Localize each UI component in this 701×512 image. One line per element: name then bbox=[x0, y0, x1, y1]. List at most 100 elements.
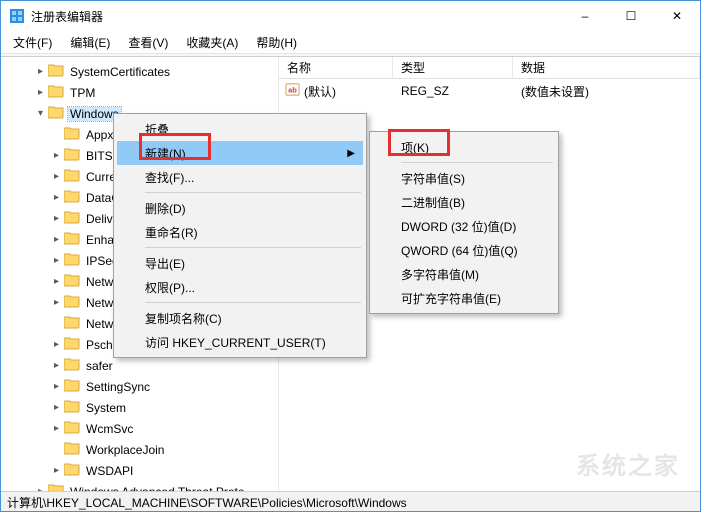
folder-icon bbox=[64, 315, 80, 332]
sub-qword[interactable]: QWORD (64 位)值(Q) bbox=[373, 238, 555, 262]
sub-string[interactable]: 字符串值(S) bbox=[373, 166, 555, 190]
expander-icon[interactable]: ▸ bbox=[49, 403, 64, 413]
expander-icon[interactable]: ▸ bbox=[49, 382, 64, 392]
svg-text:ab: ab bbox=[288, 85, 297, 94]
window-title: 注册表编辑器 bbox=[31, 8, 562, 25]
ctx-new[interactable]: 新建(N)▶ bbox=[117, 141, 363, 165]
ctx-copy-key-name[interactable]: 复制项名称(C) bbox=[117, 306, 363, 330]
titlebar: 注册表编辑器 – ☐ ✕ bbox=[1, 1, 700, 31]
maximize-button[interactable]: ☐ bbox=[608, 1, 654, 31]
folder-icon bbox=[64, 231, 80, 248]
tree-node-label: WcmSvc bbox=[84, 422, 135, 436]
tree-node-label: SystemCertificates bbox=[68, 65, 172, 79]
folder-icon bbox=[64, 252, 80, 269]
ctx-permissions[interactable]: 权限(P)... bbox=[117, 275, 363, 299]
tree-node[interactable]: ▸ WcmSvc bbox=[1, 418, 278, 439]
sub-binary[interactable]: 二进制值(B) bbox=[373, 190, 555, 214]
tree-node-label: BITS bbox=[84, 149, 115, 163]
tree-node-label: System bbox=[84, 401, 128, 415]
separator bbox=[145, 302, 361, 303]
expander-icon[interactable]: ▸ bbox=[49, 424, 64, 434]
menu-edit[interactable]: 编辑(E) bbox=[62, 32, 118, 53]
expander-icon[interactable]: ▸ bbox=[33, 487, 48, 492]
folder-icon bbox=[64, 336, 80, 353]
sub-multi[interactable]: 多字符串值(M) bbox=[373, 262, 555, 286]
folder-icon bbox=[64, 147, 80, 164]
tree-node-label: TPM bbox=[68, 86, 97, 100]
context-menu: 折叠 新建(N)▶ 查找(F)... 删除(D) 重命名(R) 导出(E) 权限… bbox=[113, 113, 367, 358]
ctx-goto-hkcu[interactable]: 访问 HKEY_CURRENT_USER(T) bbox=[117, 330, 363, 354]
tree-node[interactable]: ▸ TPM bbox=[1, 82, 278, 103]
expander-icon[interactable]: ▾ bbox=[33, 109, 48, 119]
ctx-export[interactable]: 导出(E) bbox=[117, 251, 363, 275]
tree-node[interactable]: ▸ safer bbox=[1, 355, 278, 376]
menubar: 文件(F) 编辑(E) 查看(V) 收藏夹(A) 帮助(H) bbox=[1, 31, 700, 53]
expander-icon[interactable]: ▸ bbox=[49, 298, 64, 308]
separator bbox=[401, 162, 553, 163]
list-row[interactable]: ab (默认) REG_SZ (数值未设置) bbox=[279, 81, 700, 101]
folder-icon bbox=[64, 294, 80, 311]
ctx-find[interactable]: 查找(F)... bbox=[117, 165, 363, 189]
string-icon: ab bbox=[285, 82, 300, 100]
list-header[interactable]: 名称 类型 数据 bbox=[279, 57, 700, 79]
tree-node-label: Netw bbox=[84, 296, 115, 310]
ctx-rename[interactable]: 重命名(R) bbox=[117, 220, 363, 244]
folder-icon bbox=[48, 63, 64, 80]
expander-icon[interactable]: ▸ bbox=[49, 340, 64, 350]
arrow-right-icon: ▶ bbox=[347, 148, 355, 159]
tree-node[interactable]: ▸ WSDAPI bbox=[1, 460, 278, 481]
folder-icon bbox=[64, 210, 80, 227]
tree-node-label: SettingSync bbox=[84, 380, 152, 394]
sub-dword[interactable]: DWORD (32 位)值(D) bbox=[373, 214, 555, 238]
tree-node[interactable]: ▸ Windows Advanced Threat Prote bbox=[1, 481, 278, 491]
expander-icon[interactable]: ▸ bbox=[49, 151, 64, 161]
col-type[interactable]: 类型 bbox=[393, 57, 513, 78]
tree-node-label: Appx bbox=[84, 128, 115, 142]
watermark: 系统之家 bbox=[576, 446, 680, 481]
expander-icon[interactable]: ▸ bbox=[49, 235, 64, 245]
separator bbox=[145, 247, 361, 248]
regedit-icon bbox=[9, 8, 25, 24]
expander-icon[interactable]: ▸ bbox=[49, 466, 64, 476]
folder-icon bbox=[48, 105, 64, 122]
value-data: (数值未设置) bbox=[513, 83, 700, 100]
tree-node[interactable]: ▸ SystemCertificates bbox=[1, 61, 278, 82]
menu-view[interactable]: 查看(V) bbox=[120, 32, 176, 53]
expander-icon[interactable]: ▸ bbox=[49, 361, 64, 371]
value-name: (默认) bbox=[304, 83, 336, 100]
expander-icon[interactable]: ▸ bbox=[33, 67, 48, 77]
col-name[interactable]: 名称 bbox=[279, 57, 393, 78]
menu-file[interactable]: 文件(F) bbox=[5, 32, 60, 53]
ctx-collapse[interactable]: 折叠 bbox=[117, 117, 363, 141]
col-data[interactable]: 数据 bbox=[513, 57, 700, 78]
expander-icon[interactable]: ▸ bbox=[49, 172, 64, 182]
sub-expand[interactable]: 可扩充字符串值(E) bbox=[373, 286, 555, 310]
minimize-button[interactable]: – bbox=[562, 1, 608, 31]
tree-node-label: safer bbox=[84, 359, 115, 373]
expander-icon[interactable]: ▸ bbox=[49, 193, 64, 203]
tree-node[interactable]: ▸ SettingSync bbox=[1, 376, 278, 397]
expander-icon[interactable]: ▸ bbox=[49, 256, 64, 266]
folder-icon bbox=[64, 273, 80, 290]
menu-help[interactable]: 帮助(H) bbox=[248, 32, 305, 53]
folder-icon bbox=[64, 441, 80, 458]
close-button[interactable]: ✕ bbox=[654, 1, 700, 31]
statusbar-path: 计算机\HKEY_LOCAL_MACHINE\SOFTWARE\Policies… bbox=[7, 496, 407, 510]
tree-node-label: Netw bbox=[84, 317, 115, 331]
expander-icon[interactable]: ▸ bbox=[49, 214, 64, 224]
menu-favorites[interactable]: 收藏夹(A) bbox=[178, 32, 246, 53]
separator bbox=[145, 192, 361, 193]
folder-icon bbox=[64, 168, 80, 185]
expander-icon[interactable]: ▸ bbox=[49, 277, 64, 287]
tree-node-label: WSDAPI bbox=[84, 464, 135, 478]
folder-icon bbox=[48, 483, 64, 491]
ctx-delete[interactable]: 删除(D) bbox=[117, 196, 363, 220]
sub-key[interactable]: 项(K) bbox=[373, 135, 555, 159]
statusbar: 计算机\HKEY_LOCAL_MACHINE\SOFTWARE\Policies… bbox=[1, 491, 700, 511]
value-type: REG_SZ bbox=[393, 84, 513, 98]
tree-node-label: Windows Advanced Threat Prote bbox=[68, 485, 247, 492]
folder-icon bbox=[64, 378, 80, 395]
tree-node[interactable]: ▸ System bbox=[1, 397, 278, 418]
expander-icon[interactable]: ▸ bbox=[33, 88, 48, 98]
tree-node[interactable]: WorkplaceJoin bbox=[1, 439, 278, 460]
